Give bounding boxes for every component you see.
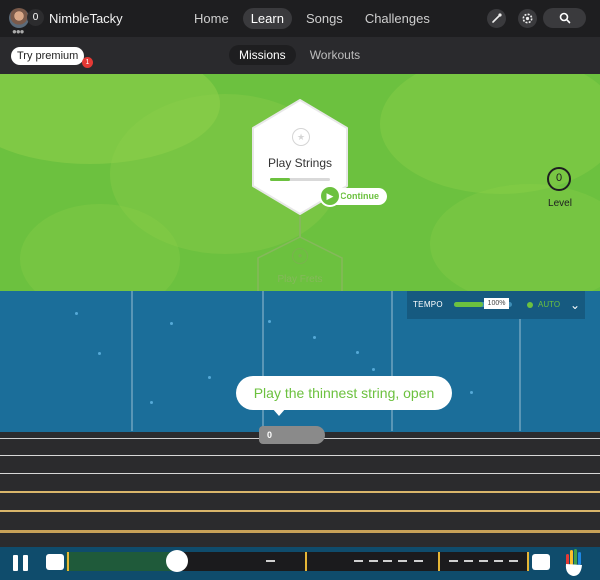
- main-nav: Home Learn Songs Challenges: [186, 8, 438, 29]
- nav-tab-home[interactable]: Home: [186, 8, 237, 29]
- tab-workouts[interactable]: Workouts: [300, 45, 370, 65]
- top-bar: 0 ●●● NimbleTacky Home Learn Songs Chall…: [0, 0, 600, 37]
- string-3: [0, 473, 600, 474]
- particle: [372, 368, 375, 371]
- particle: [356, 351, 359, 354]
- hand-icon[interactable]: [563, 548, 585, 578]
- tempo-label: TEMPO: [413, 300, 443, 309]
- string-5: [0, 510, 600, 512]
- tempo-panel: TEMPO 100% AUTO: [407, 291, 585, 319]
- particle: [98, 352, 101, 355]
- timeline-note: [479, 560, 488, 562]
- fret-line: [131, 291, 133, 431]
- mission-title: Play Strings: [267, 156, 333, 170]
- locked-hexagon-shape: [257, 236, 343, 296]
- timeline-note: [464, 560, 473, 562]
- particle: [170, 322, 173, 325]
- auto-toggle[interactable]: AUTO: [538, 300, 560, 309]
- instruction-bubble: Play the thinnest string, open: [236, 376, 452, 410]
- timeline-marker: [305, 552, 307, 571]
- timeline-note: [509, 560, 518, 562]
- string-2: [0, 455, 600, 456]
- play-icon[interactable]: ▶: [319, 185, 341, 207]
- timeline-note: [414, 560, 423, 562]
- timeline-note: [383, 560, 392, 562]
- loop-start-icon[interactable]: [46, 554, 64, 570]
- timeline-note: [354, 560, 363, 562]
- string-6: [0, 530, 600, 533]
- particle: [208, 376, 211, 379]
- search-icon: [559, 12, 570, 24]
- avatar[interactable]: [9, 8, 29, 28]
- tuner-glyph: [492, 13, 502, 23]
- search-button[interactable]: [543, 8, 586, 28]
- fret-line: [391, 291, 393, 431]
- tempo-slider-fill: [454, 302, 483, 307]
- mission-progress: [270, 178, 330, 181]
- timeline-note: [449, 560, 458, 562]
- star-icon: ★: [292, 128, 310, 146]
- instruction-bubble-tail: [272, 408, 286, 416]
- notification-badge: 1: [82, 57, 93, 68]
- xp-counter: 0: [27, 9, 44, 26]
- timeline-note: [266, 560, 275, 562]
- tuner-icon[interactable]: [487, 9, 506, 28]
- username[interactable]: NimbleTacky: [49, 11, 123, 26]
- mission-progress-fill: [270, 178, 290, 181]
- path-connector: [299, 216, 301, 238]
- particle: [470, 391, 473, 394]
- level-label: Level: [548, 198, 572, 209]
- lock-icon: ●: [292, 248, 308, 264]
- pause-bar: [23, 555, 28, 571]
- nav-tab-songs[interactable]: Songs: [298, 8, 351, 29]
- more-dots-icon[interactable]: ●●●: [12, 27, 24, 36]
- gear-glyph: [522, 13, 533, 24]
- timeline-played: [66, 552, 177, 571]
- note-marker: 0: [259, 426, 325, 444]
- timeline-note: [494, 560, 503, 562]
- timeline-marker: [67, 552, 69, 571]
- mission-node-locked[interactable]: ● Play Frets: [257, 236, 343, 296]
- fret-line: [262, 291, 264, 431]
- tab-missions[interactable]: Missions: [229, 45, 296, 65]
- string-4: [0, 491, 600, 493]
- try-premium-button[interactable]: Try premium: [11, 47, 85, 65]
- particle: [268, 320, 271, 323]
- pause-icon[interactable]: [12, 555, 30, 571]
- timeline-marker: [438, 552, 440, 571]
- locked-mission-title: Play Frets: [277, 274, 323, 285]
- tempo-value: 100%: [484, 298, 509, 309]
- nav-tab-learn[interactable]: Learn: [242, 8, 292, 29]
- timeline-note: [398, 560, 407, 562]
- particle: [313, 336, 316, 339]
- fretboard-view: TEMPO 100% AUTO: [0, 291, 600, 547]
- sub-tabs: Missions Workouts: [229, 45, 370, 65]
- settings-gear-icon[interactable]: [518, 9, 537, 28]
- particle: [75, 312, 78, 315]
- level-ring[interactable]: 0: [547, 167, 571, 191]
- timeline-marker: [527, 552, 529, 571]
- timeline-playhead[interactable]: [166, 550, 188, 572]
- pause-bar: [13, 555, 18, 571]
- nav-tab-challenges[interactable]: Challenges: [357, 8, 438, 29]
- chevron-down-icon[interactable]: ⌄: [565, 291, 585, 319]
- auto-indicator-icon: [527, 302, 533, 308]
- loop-end-icon[interactable]: [532, 554, 550, 570]
- particle: [150, 401, 153, 404]
- timeline-note: [369, 560, 378, 562]
